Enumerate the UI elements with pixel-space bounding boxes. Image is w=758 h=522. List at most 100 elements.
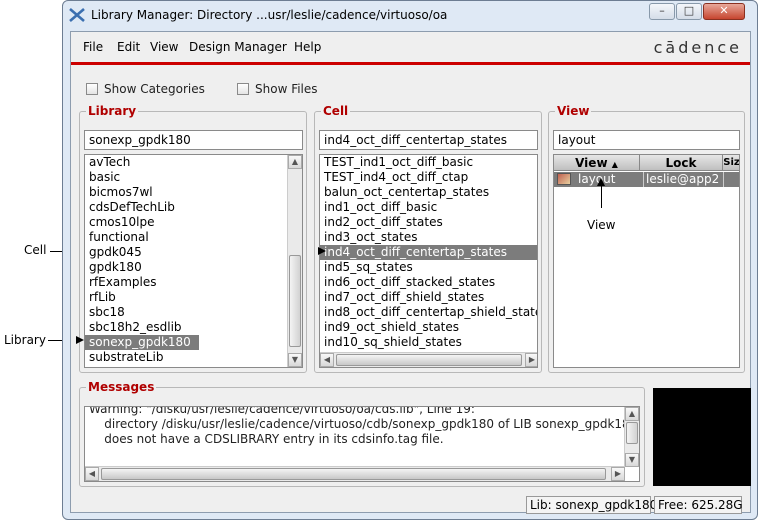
- menu-design-manager[interactable]: Design Manager: [189, 40, 287, 54]
- title-bar[interactable]: Library Manager: Directory ...usr/leslie…: [63, 1, 757, 31]
- library-list-item[interactable]: cmos10lpe: [85, 215, 288, 230]
- cell-list-item[interactable]: ind1_oct_diff_basic: [320, 200, 537, 215]
- cell-filter-input[interactable]: ind4_oct_diff_centertap_states: [319, 130, 538, 150]
- library-list-item[interactable]: rfLib: [85, 290, 288, 305]
- annotation-cell-arrowhead: [318, 247, 326, 255]
- messages-horizontal-scrollbar[interactable]: ◀ ▶: [85, 466, 625, 481]
- library-scroll-thumb[interactable]: [289, 255, 301, 347]
- annotation-library-arrowhead: [76, 336, 84, 344]
- maximize-button[interactable]: □: [676, 3, 702, 20]
- library-list-item[interactable]: rfExamples: [85, 275, 288, 290]
- library-list-item[interactable]: gpdk180: [85, 260, 288, 275]
- messages-text: Warning: "/disku/usr/leslie/cadence/virt…: [89, 407, 640, 447]
- show-files-checkbox[interactable]: Show Files: [237, 82, 318, 96]
- messages-heading: Messages: [86, 380, 157, 394]
- library-filter-input[interactable]: sonexp_gpdk180: [84, 130, 303, 150]
- view-cell-lock: leslie@app2: [643, 172, 719, 187]
- cell-list-item[interactable]: ind6_oct_diff_stacked_states: [320, 275, 537, 290]
- cadence-logo: cādence: [653, 38, 742, 57]
- view-column-header[interactable]: View ▲: [554, 155, 640, 171]
- view-cell-size: [723, 172, 739, 187]
- library-list[interactable]: avTech basic bicmos7wl cdsDefTechLib cmos10l…: [84, 154, 303, 368]
- menu-file[interactable]: File: [83, 40, 103, 54]
- brand-divider: [71, 62, 750, 65]
- layout-view-icon: [557, 173, 571, 185]
- library-list-item[interactable]: functional: [85, 230, 288, 245]
- messages-hscroll-thumb[interactable]: [101, 468, 606, 480]
- library-list-item[interactable]: avTech: [85, 155, 288, 170]
- cell-list-item[interactable]: ind7_oct_diff_shield_states: [320, 290, 537, 305]
- status-free-space: Free: 625.28G: [654, 496, 743, 514]
- cell-heading: Cell: [321, 104, 351, 118]
- scroll-down-icon[interactable]: ▼: [625, 453, 639, 467]
- show-categories-label: Show Categories: [104, 82, 205, 96]
- view-table: View ▲ Lock Siz layout leslie@app2: [553, 154, 740, 368]
- minimize-button[interactable]: –: [649, 3, 675, 20]
- library-list-item[interactable]: gpdk045: [85, 245, 288, 260]
- cell-list[interactable]: TEST_ind1_oct_diff_basic TEST_ind4_oct_di…: [319, 154, 538, 368]
- client-area: File Edit View Design Manager Help cāden…: [70, 31, 751, 514]
- cell-horizontal-scrollbar[interactable]: ◀ ▶: [320, 352, 537, 367]
- messages-scroll-thumb[interactable]: [626, 422, 638, 444]
- cell-list-item[interactable]: TEST_ind1_oct_diff_basic: [320, 155, 537, 170]
- close-button[interactable]: ✕: [703, 3, 745, 20]
- status-library: Lib: sonexp_gpdk180: [526, 496, 657, 514]
- cell-list-item[interactable]: TEST_ind4_oct_diff_ctap: [320, 170, 537, 185]
- view-column-label: View: [575, 156, 608, 170]
- message-line: directory /disku/usr/leslie/cadence/virt…: [89, 417, 640, 431]
- menu-bar: File Edit View Design Manager Help cāden…: [71, 32, 750, 62]
- cell-list-item[interactable]: ind8_oct_diff_centertap_shield_states: [320, 305, 537, 320]
- annotation-view-arrowhead: [597, 178, 605, 186]
- view-table-row[interactable]: layout leslie@app2: [554, 172, 739, 187]
- show-files-label: Show Files: [255, 82, 318, 96]
- cell-list-item[interactable]: ind2_oct_diff_states: [320, 215, 537, 230]
- library-heading: Library: [86, 104, 139, 118]
- scroll-up-icon[interactable]: ▲: [288, 155, 302, 169]
- scroll-up-icon[interactable]: ▲: [625, 407, 639, 421]
- library-list-item[interactable]: cdsDefTechLib: [85, 200, 288, 215]
- cell-list-item[interactable]: balun_oct_centertap_states: [320, 185, 537, 200]
- view-table-header: View ▲ Lock Siz: [554, 155, 739, 171]
- cell-list-item[interactable]: ind5_sq_states: [320, 260, 537, 275]
- menu-edit[interactable]: Edit: [117, 40, 140, 54]
- cell-rows: TEST_ind1_oct_diff_basic TEST_ind4_oct_di…: [320, 155, 537, 350]
- scroll-right-icon[interactable]: ▶: [525, 353, 537, 367]
- preview-area: [653, 388, 751, 486]
- library-panel: Library sonexp_gpdk180 avTech basic bicmos…: [79, 104, 307, 373]
- lock-column-header[interactable]: Lock: [640, 155, 723, 171]
- cell-scroll-thumb[interactable]: [336, 354, 522, 366]
- sort-arrow-icon: ▲: [611, 160, 618, 169]
- cell-list-item[interactable]: ind4_oct_diff_centertap_states: [320, 245, 537, 260]
- annotation-library: Library: [4, 333, 46, 347]
- app-x-icon: [69, 8, 85, 25]
- checkbox-box: [237, 83, 249, 95]
- scroll-right-icon[interactable]: ▶: [611, 467, 625, 481]
- menu-view[interactable]: View: [150, 40, 178, 54]
- size-column-header[interactable]: Siz: [723, 155, 739, 171]
- annotation-view: View: [587, 218, 616, 232]
- scroll-down-icon[interactable]: ▼: [288, 353, 302, 367]
- library-rows: avTech basic bicmos7wl cdsDefTechLib cmos10l…: [85, 155, 288, 365]
- cell-list-item[interactable]: ind9_oct_shield_states: [320, 320, 537, 335]
- library-list-item[interactable]: sonexp_gpdk180: [85, 335, 199, 350]
- scroll-left-icon[interactable]: ◀: [320, 353, 334, 367]
- library-list-item[interactable]: sbc18h2_esdlib: [85, 320, 288, 335]
- view-heading: View: [555, 104, 592, 118]
- library-list-item[interactable]: basic: [85, 170, 288, 185]
- cell-list-item[interactable]: ind3_oct_states: [320, 230, 537, 245]
- annotation-cell: Cell: [24, 243, 47, 257]
- scroll-left-icon[interactable]: ◀: [85, 467, 99, 481]
- cell-list-item[interactable]: ind10_sq_shield_states: [320, 335, 537, 350]
- show-categories-checkbox[interactable]: Show Categories: [86, 82, 205, 96]
- library-list-item[interactable]: sbc18: [85, 305, 288, 320]
- messages-area[interactable]: Warning: "/disku/usr/leslie/cadence/virt…: [84, 406, 640, 482]
- messages-vertical-scrollbar[interactable]: ▲ ▼: [624, 407, 639, 467]
- library-list-item[interactable]: bicmos7wl: [85, 185, 288, 200]
- library-list-item[interactable]: substrateLib: [85, 350, 288, 365]
- view-panel: View layout View ▲ Lock Siz layout lesli…: [548, 104, 745, 373]
- menu-help[interactable]: Help: [294, 40, 321, 54]
- view-filter-input[interactable]: layout: [553, 130, 740, 150]
- messages-panel: Messages Warning: "/disku/usr/leslie/cad…: [79, 380, 645, 487]
- library-vertical-scrollbar[interactable]: ▲ ▼: [287, 155, 302, 367]
- window-title: Library Manager: Directory ...usr/leslie…: [91, 8, 448, 22]
